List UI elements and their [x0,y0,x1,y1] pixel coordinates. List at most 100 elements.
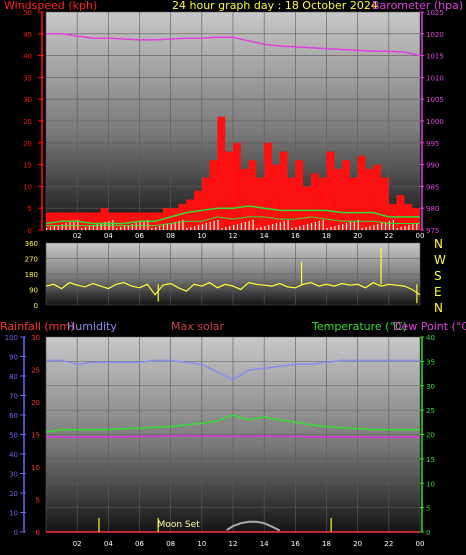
wind-average-bar [229,226,231,230]
temperature-tick-label: 25 [426,407,435,415]
humidity-tick-label: 40 [9,451,18,459]
rainfall-label: Rainfall (mm) [0,320,74,333]
wind-bar [373,164,382,230]
wind-average-bar [342,224,344,230]
wind-bar [209,160,218,230]
wind-average-bar [400,227,402,230]
wind-average-bar [190,227,192,230]
wind-average-bar [295,227,297,230]
humidity-tick-label: 20 [9,490,18,498]
x-tick-label: 12 [229,540,238,548]
max-solar-label: Max solar [171,320,224,333]
wind-average-bar [151,228,153,230]
x-tick-label: 08 [166,540,175,548]
wind-average-bar [326,228,328,230]
wind-average-bar [233,225,235,230]
wind-average-bar [112,220,114,230]
wind-average-bar [392,220,394,230]
humidity-tick-label: 50 [9,432,18,440]
barometer-tick-label: 990 [426,162,439,170]
wind-average-bar [120,227,122,230]
wind-tick-label: 20 [23,140,32,148]
rain-tick-label: 25 [31,367,40,375]
rain-tick-label: 5 [36,497,40,505]
wind-average-bar [330,227,332,230]
wind-average-bar [388,221,391,230]
wind-average-bar [213,221,215,230]
wind-average-bar [412,224,414,230]
direction-tick-label: 0 [34,302,38,310]
wind-tick-label: 35 [23,74,32,82]
wind-average-bar [221,228,223,230]
barometer-tick-label: 985 [426,183,439,191]
wind-average-bar [116,228,118,230]
x-tick-label: 20 [353,540,362,548]
wind-tick-label: 30 [23,96,32,104]
wind-bar [201,177,210,230]
wind-average-bar [217,220,219,230]
wind-average-bar [166,224,168,230]
wind-average-bar [135,223,137,230]
wind-average-bar [404,226,406,230]
humidity-tick-label: 70 [9,393,18,401]
wind-bar [303,186,311,230]
compass-north-top: N [434,237,443,251]
wind-average-bar [65,223,67,230]
wind-average-bar [307,224,309,230]
humidity-tick-label: 0 [14,529,18,537]
wind-tick-label: 5 [28,205,32,213]
wind-average-bar [287,220,289,230]
barometer-tick-label: 1025 [426,9,444,17]
direction-tick-label: 360 [25,240,38,248]
temperature-tick-label: 0 [426,529,430,537]
wind-average-bar [416,223,418,230]
wind-average-bar [271,224,274,230]
x-tick-label: 12 [229,232,238,240]
wind-bar [217,116,226,230]
wind-bar [326,151,335,230]
x-tick-label: 04 [104,232,113,240]
wind-average-bar [369,226,371,230]
x-tick-label: 22 [384,540,393,548]
humidity-tick-label: 30 [9,471,18,479]
rain-tick-label: 10 [31,464,40,472]
wind-average-bar [408,225,410,230]
wind-average-bar [201,224,204,230]
wind-average-bar [158,226,161,230]
wind-average-bar [244,222,246,230]
wind-average-bar [365,227,367,230]
wind-average-bar [236,224,239,230]
temperature-tick-label: 35 [426,358,435,366]
wind-average-bar [186,228,188,230]
wind-tick-label: 45 [23,31,32,39]
barometer-tick-label: 995 [426,140,439,148]
x-tick-label: 10 [197,540,206,548]
wind-tick-label: 10 [23,183,32,191]
x-tick-label: 16 [291,232,300,240]
x-tick-label: 04 [104,540,113,548]
wind-average-bar [49,227,52,230]
wind-average-bar [205,223,207,230]
compass-west: W [434,253,446,267]
wind-tick-label: 15 [23,162,32,170]
x-tick-label: 06 [135,540,144,548]
wind-average-bar [279,222,281,230]
wind-average-bar [197,225,200,230]
wind-average-bar [275,223,278,230]
wind-bar [357,155,366,230]
wind-average-bar [61,224,63,230]
wind-average-bar [361,228,363,230]
temperature-tick-label: 15 [426,456,435,464]
windspeed-axis-title: Windspeed (kph) [4,0,97,12]
wind-bar [233,142,241,230]
wind-average-bar [396,228,398,230]
wind-average-bar [96,224,98,230]
wind-bar [396,195,405,230]
rain-tick-label: 15 [31,432,40,440]
wind-average-bar [268,225,270,230]
x-tick-label: 20 [353,232,362,240]
wind-bar [342,160,350,230]
rain-tick-label: 0 [36,529,40,537]
graph-title: 24 hour graph day : 18 October 2024 [172,0,378,12]
humidity-tick-label: 100 [5,334,18,342]
